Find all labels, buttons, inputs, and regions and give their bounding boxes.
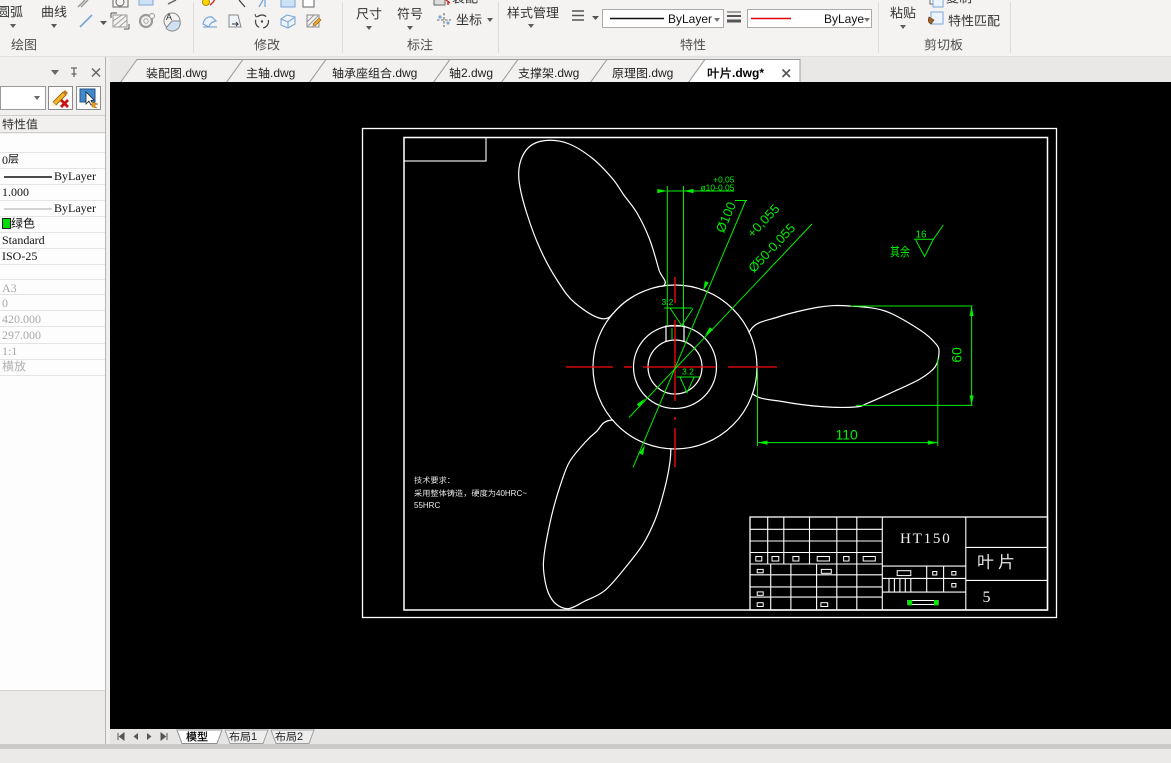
svg-text:5: 5 bbox=[983, 589, 991, 606]
svg-text:HT150: HT150 bbox=[900, 531, 952, 547]
svg-text:A: A bbox=[166, 12, 172, 22]
